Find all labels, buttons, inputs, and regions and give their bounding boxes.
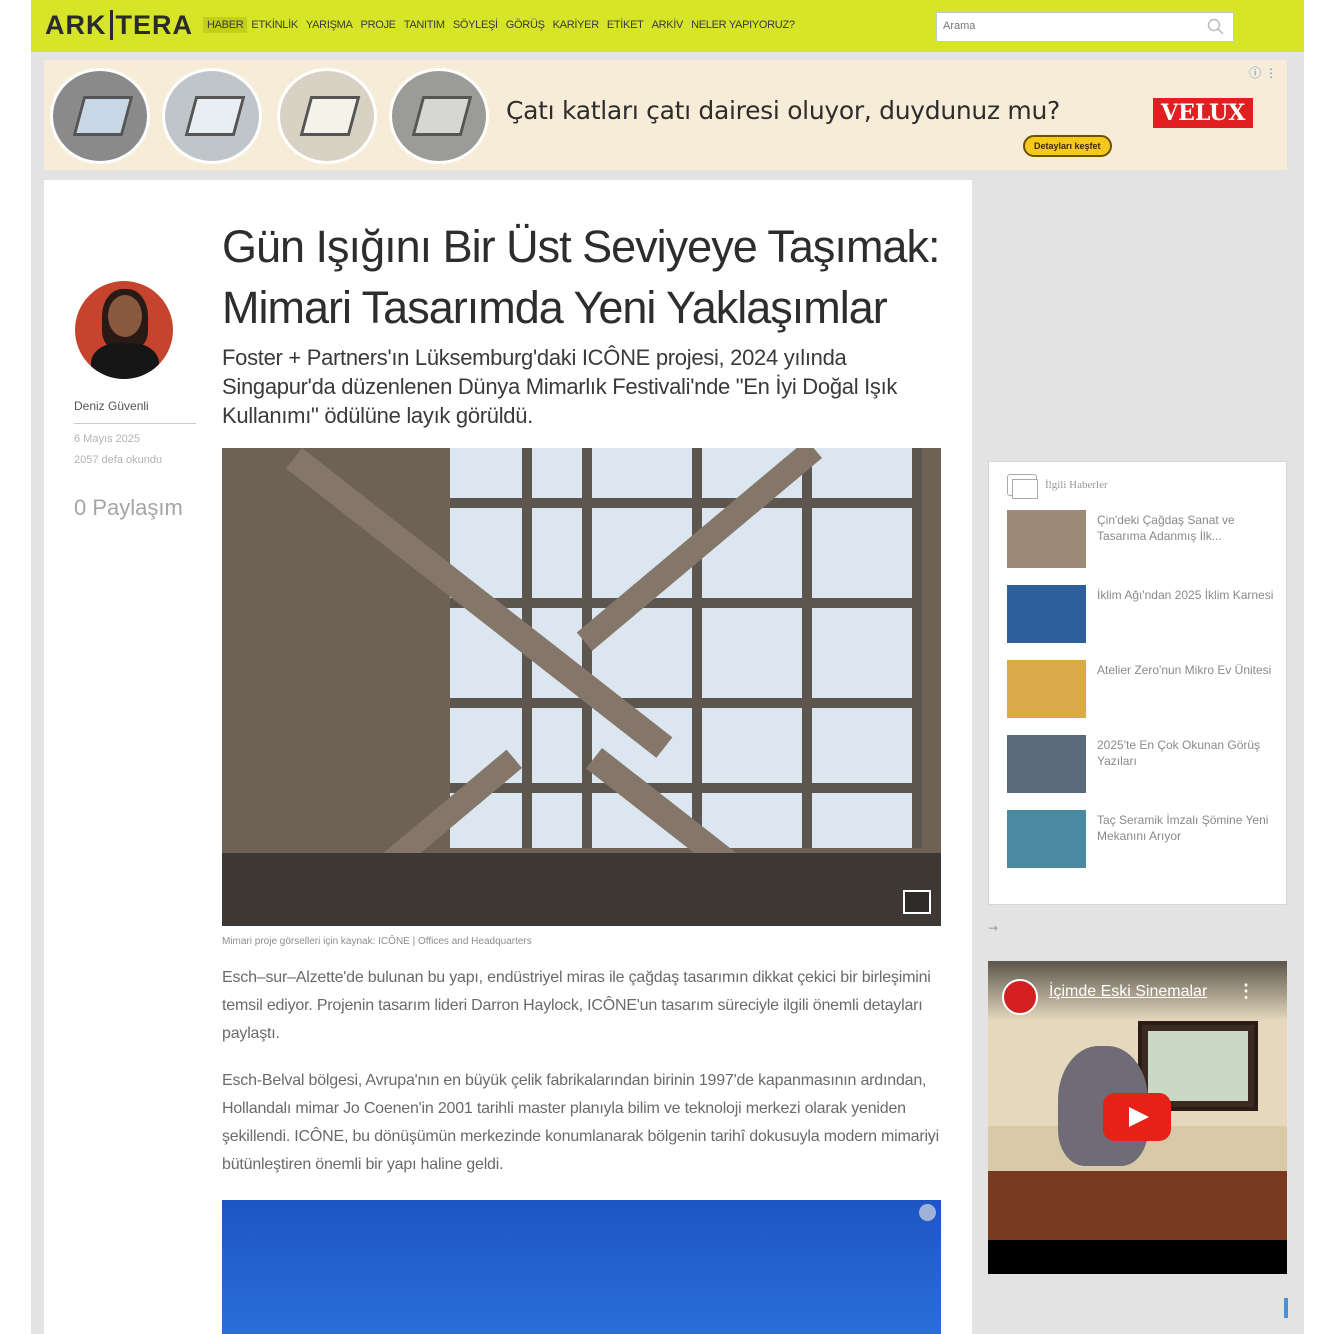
ceiling-beam — [222, 853, 941, 926]
ad-image-3 — [277, 68, 377, 164]
related-item[interactable]: Çin'deki Çağdaş Sanat ve Tasarıma Adanmı… — [1007, 510, 1277, 568]
transom — [450, 698, 920, 708]
transom — [450, 498, 920, 508]
author-avatar[interactable] — [75, 281, 173, 379]
related-item[interactable]: Atelier Zero'nun Mikro Ev Ünitesi — [1007, 660, 1277, 718]
video-title[interactable]: İçimde Eski Sinemalar — [1049, 983, 1207, 1001]
related-title: Atelier Zero'nun Mikro Ev Ünitesi — [1097, 663, 1272, 677]
author-divider — [74, 423, 196, 424]
read-count: 2057 defa okundu — [74, 454, 163, 466]
article-subtitle: Foster + Partners'ın Lüksemburg'daki ICÔ… — [222, 345, 898, 428]
velux-logo: VELUX — [1153, 98, 1254, 128]
related-thumbnail — [1007, 660, 1086, 718]
velux-ad-banner[interactable]: Çatı katları çatı dairesi oluyor, duydun… — [44, 60, 1287, 170]
channel-avatar[interactable] — [1002, 979, 1038, 1015]
arrow-icon: → — [988, 921, 999, 935]
article-card: Deniz Güvenli 6 Mayıs 2025 2057 defa oku… — [44, 180, 972, 1334]
logo-divider — [109, 10, 113, 40]
expand-icon[interactable] — [903, 890, 931, 914]
nav-link-soylesi[interactable]: SÖYLEŞİ — [449, 17, 502, 33]
ad-image-2 — [162, 68, 262, 164]
nav-link-etiket[interactable]: ETİKET — [603, 17, 648, 33]
nav-link-yarisma[interactable]: YARIŞMA — [302, 17, 357, 33]
play-button[interactable] — [1103, 1093, 1171, 1141]
article-paragraph-2: Esch-Belval bölgesi, Avrupa'nın en büyük… — [222, 1072, 939, 1173]
youtube-embed[interactable]: İçimde Eski Sinemalar ⋮ — [988, 961, 1287, 1274]
transom — [450, 598, 920, 608]
ad-headline: Çatı katları çatı dairesi oluyor, duydun… — [506, 96, 1060, 125]
article-paragraph-1: Esch–sur–Alzette'de bulunan bu yapı, end… — [222, 969, 931, 1042]
related-thumbnail — [1007, 510, 1086, 568]
nav-link-gorus[interactable]: GÖRÜŞ — [502, 17, 549, 33]
site-logo[interactable]: ARK TERA — [45, 10, 193, 41]
related-news-icon — [1007, 474, 1038, 499]
logo-text-left: ARK — [45, 10, 107, 40]
related-item[interactable]: İklim Ağı'ndan 2025 İklim Karnesi — [1007, 585, 1277, 643]
nav-link-neler-yapiyoruz[interactable]: NELER YAPIYORUZ? — [687, 17, 799, 33]
publish-date: 6 Mayıs 2025 — [74, 433, 141, 445]
image-badge-icon — [919, 1204, 936, 1221]
nav-link-etkinlik[interactable]: ETKİNLİK — [247, 17, 302, 33]
top-navigation-bar: ARK TERA HABER ETKİNLİK YARIŞMA PROJE TAN… — [31, 0, 1304, 52]
share-count: 0 Paylaşım — [74, 495, 183, 520]
nav-link-proje[interactable]: PROJE — [357, 17, 400, 33]
related-news-box: İlgili Haberler Çin'deki Çağdaş Sanat ve… — [988, 461, 1287, 905]
related-title: Çin'deki Çağdaş Sanat ve Tasarıma Adanmı… — [1097, 513, 1235, 543]
search-icon[interactable] — [1207, 18, 1225, 36]
related-item[interactable]: 2025'te En Çok Okunan Görüş Yazıları — [1007, 735, 1277, 793]
ad-image-1 — [50, 68, 150, 164]
hero-image[interactable] — [222, 448, 941, 926]
nav-link-tanitim[interactable]: TANITIM — [400, 17, 449, 33]
video-bottom-bar — [988, 1240, 1287, 1274]
author-name[interactable]: Deniz Güvenli — [74, 399, 149, 413]
related-title: İklim Ağı'ndan 2025 İklim Karnesi — [1097, 588, 1274, 602]
search-box — [936, 12, 1234, 42]
ad-cta-button[interactable]: Detayları keşfet — [1023, 135, 1112, 157]
related-title: Taç Seramik İmzalı Şömine Yeni Mekanını … — [1097, 813, 1269, 843]
page-edge — [1304, 0, 1318, 1334]
ad-info-icon[interactable]: ⓘ ⋮ — [1249, 64, 1277, 81]
image-caption: Mimari proje görselleri için kaynak: ICÔ… — [222, 936, 532, 947]
main-menu: HABER ETKİNLİK YARIŞMA PROJE TANITIM SÖY… — [203, 17, 799, 33]
nav-link-haber[interactable]: HABER — [203, 17, 248, 33]
related-title: 2025'te En Çok Okunan Görüş Yazıları — [1097, 738, 1261, 768]
related-item[interactable]: Taç Seramik İmzalı Şömine Yeni Mekanını … — [1007, 810, 1277, 868]
logo-text-right: TERA — [115, 10, 193, 40]
second-article-image[interactable] — [222, 1200, 941, 1334]
related-thumbnail — [1007, 735, 1086, 793]
related-news-heading: İlgili Haberler — [1045, 479, 1108, 491]
related-news-header: İlgili Haberler — [1007, 474, 1108, 499]
nav-link-arkiv[interactable]: ARKİV — [648, 17, 688, 33]
article-title: Gün Işığını Bir Üst Seviyeye Taşımak: Mi… — [222, 221, 940, 333]
nav-link-kariyer[interactable]: KARİYER — [549, 17, 603, 33]
related-thumbnail — [1007, 810, 1086, 868]
transom — [450, 783, 920, 793]
scroll-indicator[interactable] — [1284, 1298, 1288, 1318]
video-menu-icon[interactable]: ⋮ — [1237, 981, 1255, 1002]
search-input[interactable] — [937, 13, 1187, 39]
related-thumbnail — [1007, 585, 1086, 643]
ad-image-4 — [389, 68, 489, 164]
